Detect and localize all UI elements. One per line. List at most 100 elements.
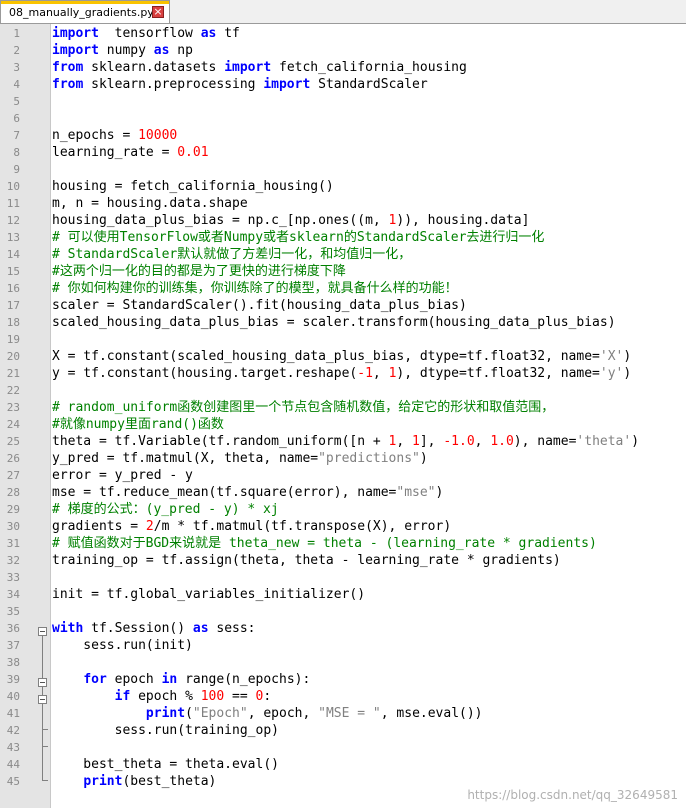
token-num: -1 <box>357 366 373 381</box>
code-line[interactable]: # StandardScaler默认就做了方差归一化，和均值归一化， <box>52 246 411 263</box>
line-number: 9 <box>13 163 20 176</box>
token-text: , <box>396 434 413 449</box>
close-icon[interactable]: × <box>152 6 164 18</box>
token-text: gradients = <box>52 519 146 534</box>
code-line[interactable]: mse = tf.reduce_mean(tf.square(error), n… <box>52 484 443 501</box>
line-number: 17 <box>6 299 20 312</box>
code-line[interactable]: import tensorflow as tf <box>52 25 240 42</box>
token-com: # 赋值函数对于BGD来说就是 theta_new = theta - (lea… <box>52 536 597 551</box>
code-line[interactable]: X = tf.constant(scaled_housing_data_plus… <box>52 348 631 365</box>
code-line[interactable]: init = tf.global_variables_initializer() <box>52 586 365 603</box>
code-editor[interactable]: import tensorflow as tf import numpy as n… <box>38 24 686 808</box>
line-number: 10 <box>6 180 20 193</box>
line-number: 40 <box>6 690 20 703</box>
code-line[interactable]: # 赋值函数对于BGD来说就是 theta_new = theta - (lea… <box>52 535 597 552</box>
code-line[interactable]: gradients = 2/m * tf.matmul(tf.transpose… <box>52 518 451 535</box>
fold-toggle-if-icon[interactable] <box>38 695 47 704</box>
code-line[interactable]: #就像numpy里面rand()函数 <box>52 416 224 433</box>
fold-toggle-for-icon[interactable] <box>38 678 47 687</box>
code-line[interactable]: scaler = StandardScaler().fit(housing_da… <box>52 297 467 314</box>
token-text: (best_theta) <box>122 774 217 789</box>
code-line[interactable]: m, n = housing.data.shape <box>52 195 248 212</box>
code-line[interactable]: housing = fetch_california_housing() <box>52 178 334 195</box>
code-line[interactable]: print("Epoch", epoch, "MSE = ", mse.eval… <box>52 705 483 722</box>
code-line[interactable]: theta = tf.Variable(tf.random_uniform([n… <box>52 433 639 450</box>
code-line[interactable]: training_op = tf.assign(theta, theta - l… <box>52 552 561 569</box>
code-line[interactable]: for epoch in range(n_epochs): <box>52 671 310 688</box>
fold-end-for <box>42 746 48 747</box>
code-line[interactable]: from sklearn.preprocessing import Standa… <box>52 76 428 93</box>
token-com: #这两个归一化的目的都是为了更快的进行梯度下降 <box>52 264 346 279</box>
line-number: 35 <box>6 605 20 618</box>
line-number: 29 <box>6 503 20 516</box>
code-line[interactable]: sess.run(init) <box>52 637 193 654</box>
code-line[interactable]: from sklearn.datasets import fetch_calif… <box>52 59 467 76</box>
line-number: 16 <box>6 282 20 295</box>
line-number: 7 <box>13 129 20 142</box>
code-line[interactable]: # 梯度的公式：(y_pred - y) * xj <box>52 501 279 518</box>
token-str: "mse" <box>396 485 436 500</box>
code-line[interactable]: scaled_housing_data_plus_bias = scaler.t… <box>52 314 616 331</box>
code-line[interactable]: learning_rate = 0.01 <box>52 144 209 161</box>
line-number: 44 <box>6 758 20 771</box>
token-com: # 可以使用TensorFlow或者Numpy或者sklearn的Standar… <box>52 230 545 245</box>
code-line[interactable]: print(best_theta) <box>52 773 216 790</box>
tab-file[interactable]: 08_manually_gradients.py × <box>0 0 170 23</box>
code-line[interactable]: best_theta = theta.eval() <box>52 756 279 773</box>
line-number: 8 <box>13 146 20 159</box>
token-text: sess.run(init) <box>52 638 193 653</box>
token-kw: from <box>52 60 84 75</box>
code-line[interactable]: housing_data_plus_bias = np.c_[np.ones((… <box>52 212 529 229</box>
token-kw: with <box>52 621 84 636</box>
token-text: init = tf.global_variables_initializer() <box>52 587 366 602</box>
token-text: error = y_pred - y <box>52 468 193 483</box>
line-number: 22 <box>6 384 20 397</box>
code-line[interactable]: sess.run(training_op) <box>52 722 279 739</box>
token-text: np <box>169 43 193 58</box>
token-text: ) <box>623 349 632 364</box>
token-kw: as <box>153 43 170 58</box>
code-line[interactable]: if epoch % 100 == 0: <box>52 688 272 705</box>
token-com: # 梯度的公式：(y_pred - y) * xj <box>52 502 279 517</box>
code-line[interactable]: y_pred = tf.matmul(X, theta, name="predi… <box>52 450 428 467</box>
token-text: y_pred = tf.matmul(X, theta, name= <box>52 451 319 466</box>
token-kw: for <box>83 672 107 687</box>
token-text: /m * tf.matmul(tf.transpose(X), error) <box>153 519 452 534</box>
token-text: m, n = housing.data.shape <box>52 196 248 211</box>
code-line[interactable]: # 你如何构建你的训练集，你训练除了的模型，就具备什么样的功能！ <box>52 280 458 297</box>
code-line[interactable]: with tf.Session() as sess: <box>52 620 256 637</box>
token-kw: import <box>224 60 272 75</box>
code-line[interactable]: #这两个归一化的目的都是为了更快的进行梯度下降 <box>52 263 346 280</box>
token-text: ), dtype=tf.float32, name= <box>396 366 600 381</box>
line-number: 4 <box>13 78 20 91</box>
code-line[interactable]: # random_uniform函数创建图里一个节点包含随机数值，给定它的形状和… <box>52 399 554 416</box>
line-number: 34 <box>6 588 20 601</box>
line-number: 30 <box>6 520 20 533</box>
token-text: ) <box>623 366 632 381</box>
token-text: X = tf.constant(scaled_housing_data_plus… <box>52 349 600 364</box>
token-text: fetch_california_housing <box>271 60 467 75</box>
token-text: ( <box>185 706 193 721</box>
code-line[interactable]: error = y_pred - y <box>52 467 193 484</box>
token-text: best_theta = theta.eval() <box>52 757 279 772</box>
code-line[interactable]: y = tf.constant(housing.target.reshape(-… <box>52 365 631 382</box>
token-text: , epoch, <box>247 706 319 721</box>
token-num: 1.0 <box>490 434 514 449</box>
line-number: 20 <box>6 350 20 363</box>
token-com: # 你如何构建你的训练集，你训练除了的模型，就具备什么样的功能！ <box>52 281 458 296</box>
line-number: 1 <box>13 27 20 40</box>
token-text: : <box>263 689 272 704</box>
token-kw: as <box>200 26 217 41</box>
token-text: range(n_epochs): <box>177 672 311 687</box>
token-text: , mse.eval()) <box>380 706 483 721</box>
code-line[interactable]: import numpy as np <box>52 42 193 59</box>
code-line[interactable]: # 可以使用TensorFlow或者Numpy或者sklearn的Standar… <box>52 229 544 246</box>
fold-toggle-with-icon[interactable] <box>38 627 47 636</box>
line-number: 43 <box>6 741 20 754</box>
line-number: 28 <box>6 486 20 499</box>
token-com: #就像numpy里面rand()函数 <box>52 417 224 432</box>
code-line[interactable]: n_epochs = 10000 <box>52 127 177 144</box>
tab-bar: 08_manually_gradients.py × <box>0 0 686 24</box>
token-num: -1.0 <box>443 434 475 449</box>
